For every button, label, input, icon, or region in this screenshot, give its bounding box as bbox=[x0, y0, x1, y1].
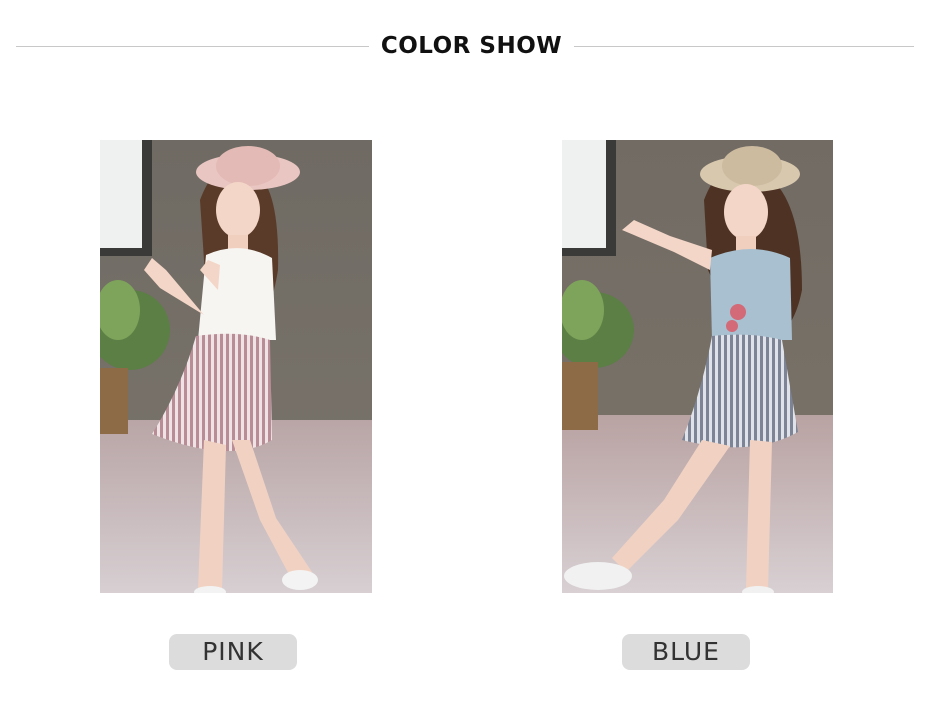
variant-label-pink[interactable]: PINK bbox=[169, 634, 297, 670]
variant-label-blue[interactable]: BLUE bbox=[622, 634, 750, 670]
product-photo-pink[interactable] bbox=[100, 140, 372, 593]
header-rule-left bbox=[16, 46, 369, 47]
section-title: COLOR SHOW bbox=[380, 33, 563, 59]
header-rule-right bbox=[574, 46, 914, 47]
product-photo-blue[interactable] bbox=[562, 140, 833, 593]
